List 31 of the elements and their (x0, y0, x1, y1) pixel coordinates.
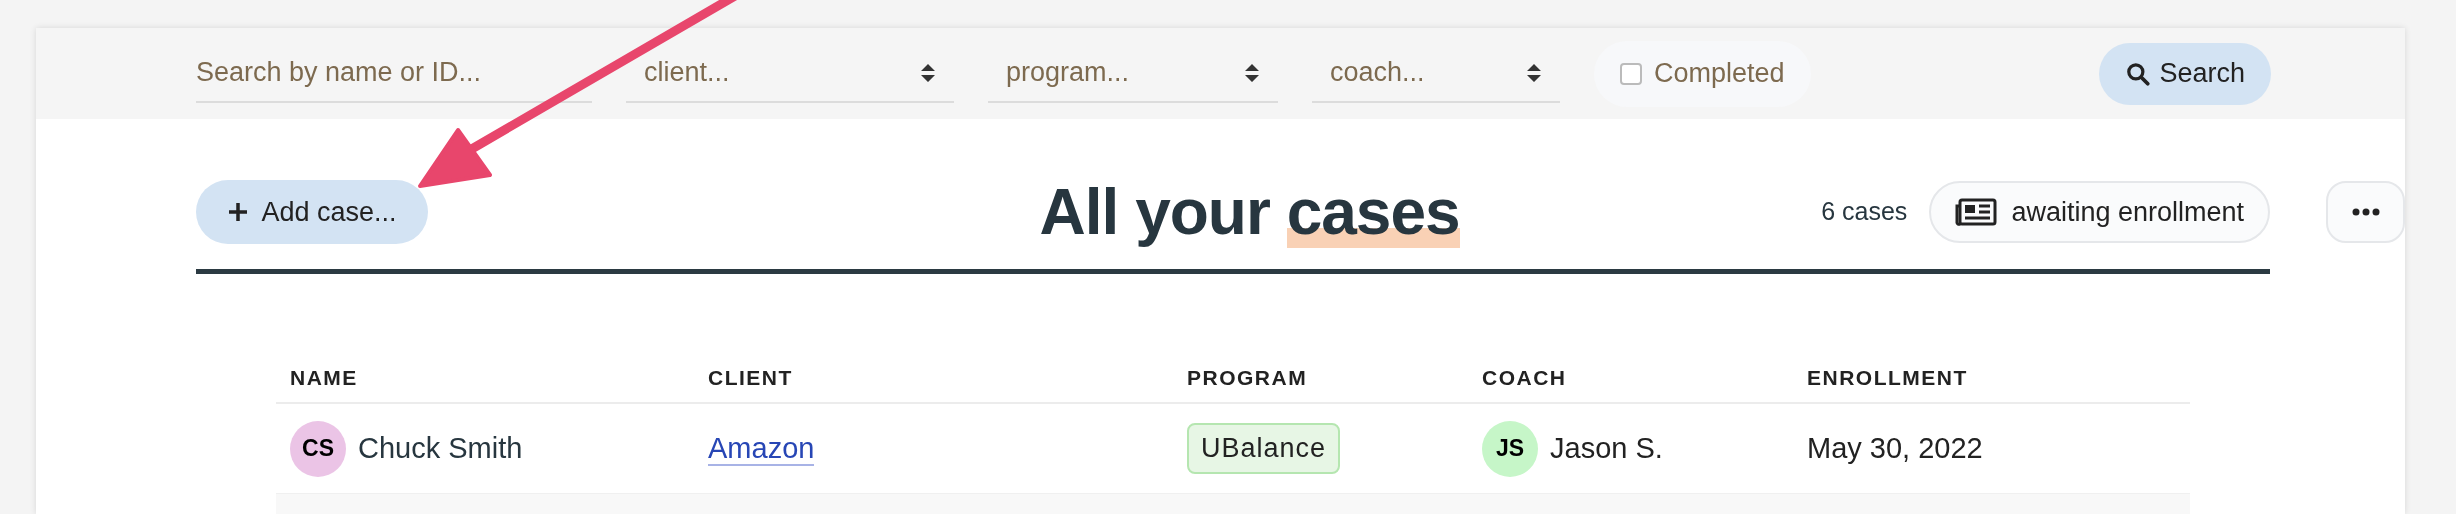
more-button[interactable] (2326, 181, 2405, 244)
add-case-button[interactable]: Add case... (196, 180, 428, 245)
search-button[interactable]: Search (2099, 42, 2271, 105)
column-header: ENROLLMENT (1807, 366, 1968, 390)
search-icon (2125, 60, 2152, 87)
completed-toggle[interactable]: Completed (1594, 40, 1811, 107)
name-cell-text: Chuck Smith (358, 430, 523, 466)
client-link[interactable]: Amazon (708, 431, 815, 466)
avatar: JS (1482, 420, 1538, 477)
sort-icon (920, 61, 936, 84)
column-header: PROGRAM (1187, 366, 1308, 390)
program-tag: UBalance (1187, 423, 1341, 474)
page-title: All your cases (1039, 175, 1460, 251)
status-filter-chip[interactable]: awaiting enrollment (1929, 181, 2270, 244)
select-field[interactable]: coach... (1312, 44, 1560, 103)
coach-cell-text: Jason S. (1550, 430, 1663, 466)
search-field[interactable]: Search by name or ID... (196, 44, 592, 103)
column-header: CLIENT (708, 366, 793, 390)
newspaper-icon (1955, 198, 1998, 227)
avatar: CS (290, 420, 346, 477)
sort-icon (1526, 61, 1542, 84)
select-field[interactable]: client... (626, 44, 954, 103)
more-icon (2351, 208, 2380, 217)
column-header: NAME (290, 366, 358, 390)
sort-icon (1244, 61, 1260, 84)
enrollment-cell: May 30, 2022 (1807, 431, 1983, 464)
select-field[interactable]: program... (988, 44, 1278, 103)
checkbox[interactable] (1620, 62, 1642, 85)
case-count: 6 cases (1821, 196, 1908, 228)
plus-icon (227, 201, 250, 224)
column-header: COACH (1482, 366, 1567, 390)
